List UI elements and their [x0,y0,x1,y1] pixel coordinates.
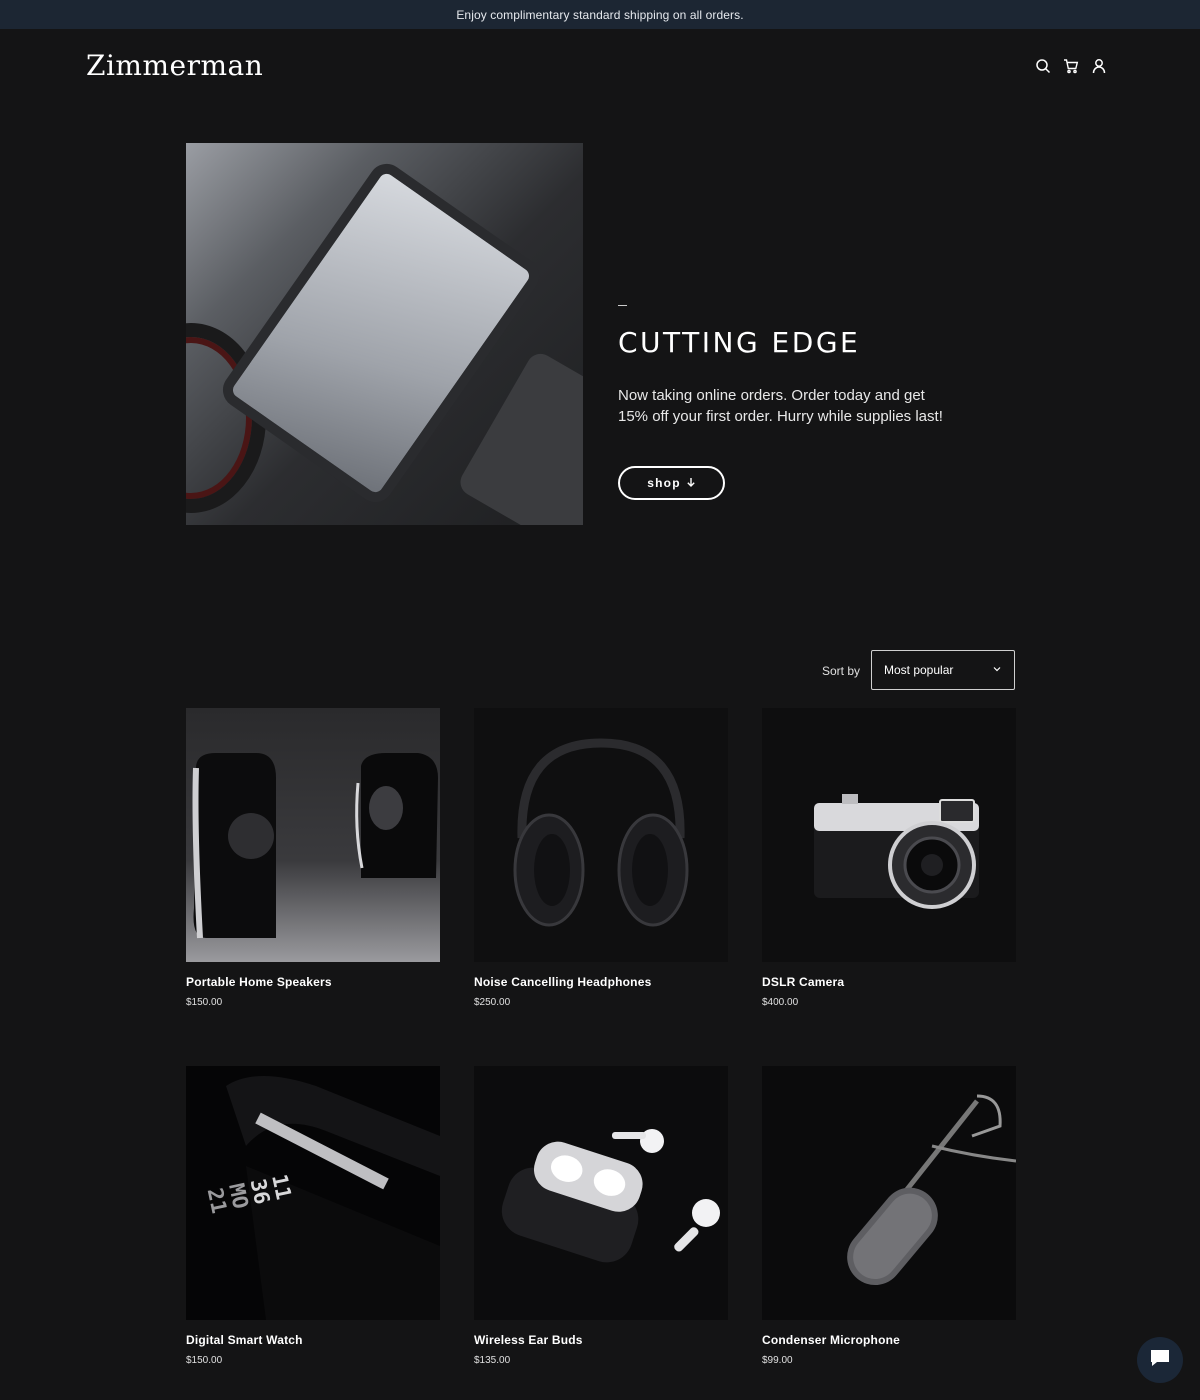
sort-dropdown[interactable]: Most popular [871,650,1015,690]
product-name[interactable]: DSLR Camera [762,975,1016,989]
sort-label: Sort by [822,664,861,678]
product-price: $150.00 [186,997,223,1008]
product-price: $250.00 [474,997,511,1008]
announcement-text: Enjoy complimentary standard shipping on… [456,7,744,22]
product-name[interactable]: Wireless Ear Buds [474,1333,728,1347]
sort-selected-value: Most popular [884,663,954,677]
search-icon[interactable] [1034,57,1052,75]
site-logo[interactable]: Zimmerman [86,49,263,82]
product-price: $99.00 [762,1355,793,1366]
hero-dash [618,305,627,306]
product-price: $150.00 [186,1355,223,1366]
chat-icon [1149,1348,1171,1373]
product-card[interactable]: Wireless Ear Buds $135.00 [474,1066,728,1366]
hero-description: Now taking online orders. Order today an… [618,387,943,425]
product-card[interactable]: Condenser Microphone $99.00 [762,1066,1016,1366]
header-icons [1034,57,1108,75]
product-card[interactable]: Portable Home Speakers $150.00 [186,708,440,1008]
product-price: $135.00 [474,1355,511,1366]
hero-image [186,143,583,525]
product-name[interactable]: Condenser Microphone [762,1333,1016,1347]
product-card[interactable]: DSLR Camera $400.00 [762,708,1016,1008]
product-image[interactable] [186,708,440,962]
shop-button-label: shop [647,476,681,490]
product-image[interactable]: 11 36 MO 21 [186,1066,440,1320]
chat-button[interactable] [1137,1337,1183,1383]
product-image[interactable] [474,708,728,962]
product-name[interactable]: Portable Home Speakers [186,975,440,989]
account-icon[interactable] [1090,57,1108,75]
hero-title: CUTTING EDGE [618,326,861,359]
site-header: Zimmerman [0,29,1200,101]
cart-icon[interactable] [1062,57,1080,75]
product-card[interactable]: 11 36 MO 21 Digital Smart Watch $150.00 [186,1066,440,1366]
arrow-down-icon [686,476,696,490]
product-name[interactable]: Digital Smart Watch [186,1333,440,1347]
announcement-bar: Enjoy complimentary standard shipping on… [0,0,1200,29]
product-name[interactable]: Noise Cancelling Headphones [474,975,728,989]
product-price: $400.00 [762,997,799,1008]
product-image[interactable] [762,1066,1016,1320]
product-image[interactable] [474,1066,728,1320]
product-card[interactable]: Noise Cancelling Headphones $250.00 [474,708,728,1008]
shop-button[interactable]: shop [618,466,725,500]
hero-text: CUTTING EDGE Now taking online orders. O… [618,305,978,500]
product-image[interactable] [762,708,1016,962]
chevron-down-icon [992,663,1002,677]
